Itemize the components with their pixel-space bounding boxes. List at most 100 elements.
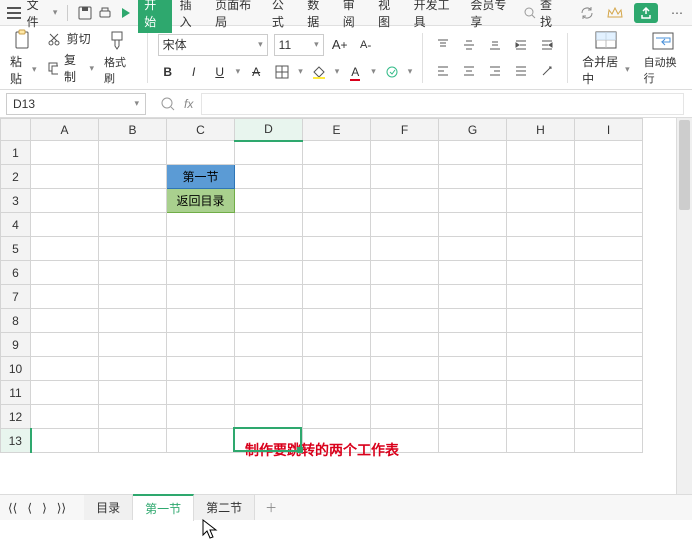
cell[interactable] xyxy=(167,141,235,165)
sheet-tab-1[interactable]: 第一节 xyxy=(133,494,194,521)
fill-color-button[interactable] xyxy=(309,62,329,82)
tab-formula[interactable]: 公式 xyxy=(266,0,299,33)
format-painter-button[interactable]: 格式刷 xyxy=(100,28,137,88)
col-header[interactable]: F xyxy=(371,119,439,141)
cell[interactable] xyxy=(235,333,303,357)
cell[interactable] xyxy=(439,237,507,261)
cell[interactable] xyxy=(235,405,303,429)
cell[interactable] xyxy=(99,165,167,189)
menu-icon[interactable] xyxy=(6,4,23,22)
align-center-button[interactable] xyxy=(459,61,479,81)
tab-review[interactable]: 审阅 xyxy=(337,0,370,33)
search-box[interactable]: 查找 xyxy=(523,0,562,30)
file-menu[interactable]: 文件 xyxy=(27,0,49,30)
underline-button[interactable]: U xyxy=(210,62,230,82)
paste-button[interactable]: 粘贴▾ xyxy=(6,27,41,89)
cell[interactable] xyxy=(575,261,643,285)
cell[interactable] xyxy=(167,285,235,309)
cell[interactable] xyxy=(303,165,371,189)
tab-home[interactable]: 开始 xyxy=(138,0,171,33)
col-header[interactable]: G xyxy=(439,119,507,141)
cell[interactable] xyxy=(439,381,507,405)
cell[interactable] xyxy=(31,405,99,429)
cell[interactable] xyxy=(167,405,235,429)
cell[interactable] xyxy=(99,213,167,237)
cell[interactable] xyxy=(99,333,167,357)
indent-inc-button[interactable] xyxy=(511,35,531,55)
cell[interactable] xyxy=(31,237,99,261)
cell[interactable]: 返回目录 xyxy=(167,189,235,213)
cell[interactable] xyxy=(303,405,371,429)
orientation-button[interactable] xyxy=(537,61,557,81)
merge-button[interactable]: 合并居中▾ xyxy=(578,27,634,89)
cell[interactable] xyxy=(371,261,439,285)
cell[interactable] xyxy=(235,237,303,261)
tab-insert[interactable]: 插入 xyxy=(174,0,207,33)
zoom-icon[interactable] xyxy=(160,96,176,112)
cell[interactable] xyxy=(507,141,575,165)
cell[interactable] xyxy=(439,429,507,453)
cell[interactable] xyxy=(303,285,371,309)
cell[interactable] xyxy=(575,189,643,213)
cell[interactable] xyxy=(575,165,643,189)
cell[interactable] xyxy=(371,357,439,381)
cell[interactable] xyxy=(439,309,507,333)
row-header[interactable]: 13 xyxy=(1,429,31,453)
cell[interactable] xyxy=(507,165,575,189)
cell[interactable] xyxy=(235,213,303,237)
cell[interactable] xyxy=(99,381,167,405)
cell[interactable] xyxy=(575,381,643,405)
col-header[interactable]: E xyxy=(303,119,371,141)
cell[interactable] xyxy=(575,405,643,429)
cell[interactable] xyxy=(575,141,643,165)
shrink-font-button[interactable]: A- xyxy=(356,35,376,55)
cell[interactable] xyxy=(439,141,507,165)
cell[interactable] xyxy=(167,429,235,453)
align-top-button[interactable] xyxy=(433,35,453,55)
cell[interactable] xyxy=(99,309,167,333)
col-header[interactable]: B xyxy=(99,119,167,141)
tab-last-button[interactable]: ⟩⟩ xyxy=(55,499,68,517)
border-button[interactable] xyxy=(272,62,292,82)
cell[interactable] xyxy=(303,357,371,381)
share-button[interactable] xyxy=(634,3,658,23)
cell[interactable] xyxy=(507,237,575,261)
cell[interactable] xyxy=(99,357,167,381)
cell[interactable] xyxy=(167,333,235,357)
cell[interactable] xyxy=(235,189,303,213)
row-header[interactable]: 8 xyxy=(1,309,31,333)
italic-button[interactable]: I xyxy=(184,62,204,82)
cell[interactable] xyxy=(507,405,575,429)
cell[interactable] xyxy=(371,237,439,261)
tab-dev[interactable]: 开发工具 xyxy=(408,0,463,33)
row-header[interactable]: 5 xyxy=(1,237,31,261)
cell[interactable] xyxy=(371,309,439,333)
fx-icon[interactable]: fx xyxy=(184,97,193,111)
cell[interactable] xyxy=(371,333,439,357)
cell[interactable] xyxy=(31,309,99,333)
cell[interactable] xyxy=(31,285,99,309)
cell[interactable] xyxy=(439,261,507,285)
cell[interactable] xyxy=(575,237,643,261)
cell[interactable] xyxy=(235,141,303,165)
cell[interactable] xyxy=(575,213,643,237)
cell[interactable] xyxy=(371,381,439,405)
cell[interactable] xyxy=(99,189,167,213)
align-right-button[interactable] xyxy=(485,61,505,81)
sheet-table[interactable]: ABCDEFGHI 12第一节3返回目录45678910111213 xyxy=(0,118,643,453)
row-header[interactable]: 4 xyxy=(1,213,31,237)
cell[interactable] xyxy=(371,165,439,189)
tab-view[interactable]: 视图 xyxy=(372,0,405,33)
row-header[interactable]: 1 xyxy=(1,141,31,165)
sheet-tab-0[interactable]: 目录 xyxy=(84,495,133,520)
cell[interactable] xyxy=(31,429,99,453)
cell[interactable]: 第一节 xyxy=(167,165,235,189)
cell[interactable] xyxy=(507,309,575,333)
cell[interactable] xyxy=(371,285,439,309)
bold-button[interactable]: B xyxy=(158,62,178,82)
row-header[interactable]: 2 xyxy=(1,165,31,189)
font-size-select[interactable]: 11▾ xyxy=(274,34,324,56)
cell[interactable] xyxy=(439,333,507,357)
copy-button[interactable]: 复制▾ xyxy=(47,51,94,85)
cell[interactable] xyxy=(167,309,235,333)
